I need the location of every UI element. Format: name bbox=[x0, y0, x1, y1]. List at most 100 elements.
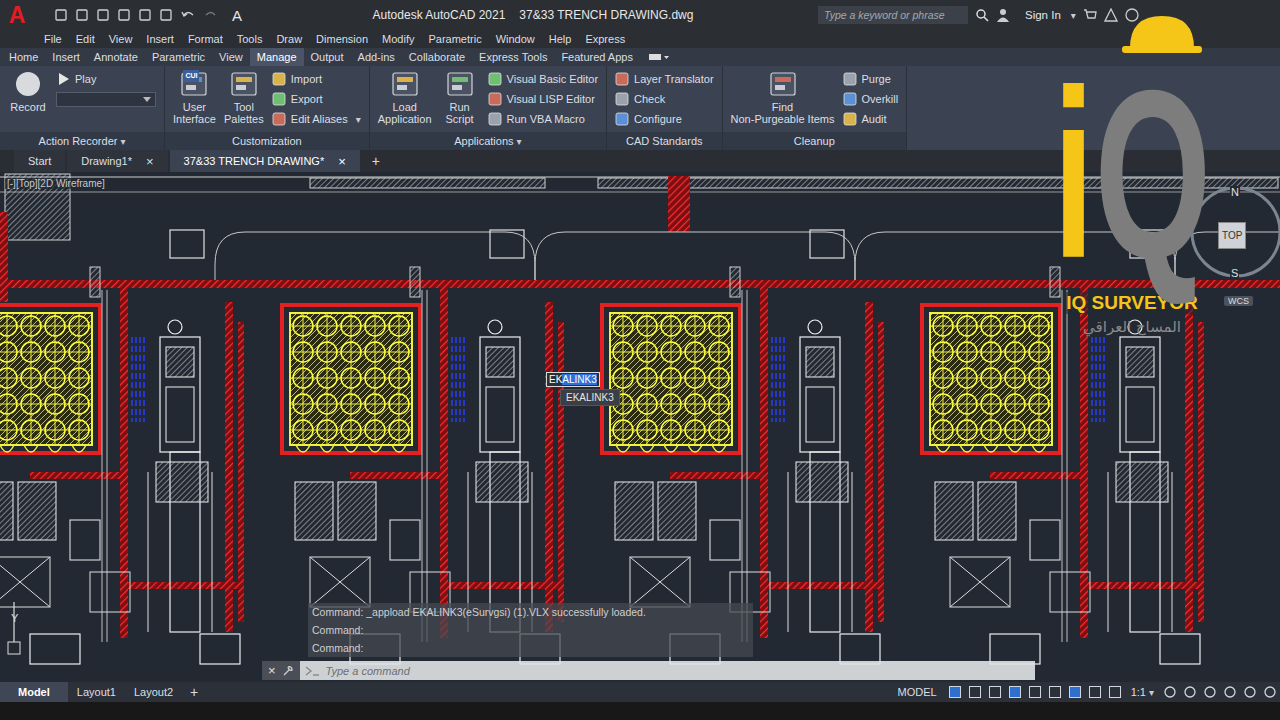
macro-combo[interactable] bbox=[56, 92, 156, 107]
status-toggle-icon[interactable] bbox=[988, 685, 1002, 699]
ribbon-small-button[interactable]: Purge bbox=[843, 69, 899, 89]
ribbon-tab[interactable]: Collaborate bbox=[402, 48, 472, 66]
wrench-icon[interactable] bbox=[282, 665, 294, 677]
ribbon-tab[interactable]: Annotate bbox=[87, 48, 145, 66]
ribbon-small-button[interactable]: Edit Aliases ▾ bbox=[272, 109, 361, 129]
quick-access-icon[interactable] bbox=[138, 8, 152, 22]
file-tab[interactable]: Start bbox=[14, 150, 65, 172]
file-tab[interactable]: Drawing1* × bbox=[67, 150, 167, 172]
menu-item[interactable]: File bbox=[44, 33, 62, 45]
app-logo[interactable]: A bbox=[0, 2, 34, 29]
quick-access-icon[interactable] bbox=[117, 8, 131, 22]
status-toggle-icon[interactable] bbox=[1068, 685, 1082, 699]
model-space-toggle[interactable]: MODEL bbox=[890, 686, 945, 698]
ribbon-group-title[interactable]: Customization bbox=[165, 132, 369, 150]
ribbon-large-button[interactable]: LoadApplication bbox=[378, 69, 432, 132]
trench-bay[interactable] bbox=[0, 230, 535, 664]
search-icon[interactable] bbox=[975, 8, 989, 22]
ribbon-small-button[interactable]: Run VBA Macro bbox=[488, 109, 599, 129]
viewcube[interactable]: N TOP S WCS bbox=[1188, 172, 1280, 312]
menu-item[interactable]: Insert bbox=[146, 33, 174, 45]
menu-item[interactable]: Modify bbox=[382, 33, 414, 45]
command-input[interactable]: Type a command bbox=[326, 665, 1035, 677]
ribbon-tab[interactable]: Insert bbox=[45, 48, 87, 66]
status-toggle-icon[interactable] bbox=[1028, 685, 1042, 699]
ribbon-toggle-icon[interactable] bbox=[648, 52, 670, 62]
menu-item[interactable]: Draw bbox=[276, 33, 302, 45]
layout-tab[interactable]: Layout1 bbox=[68, 682, 125, 702]
ribbon-tab[interactable]: Output bbox=[304, 48, 351, 66]
menu-item[interactable]: Dimension bbox=[316, 33, 368, 45]
menu-item[interactable]: Edit bbox=[76, 33, 95, 45]
status-toggle-icon[interactable] bbox=[1088, 685, 1102, 699]
ribbon-small-button[interactable]: Import bbox=[272, 69, 361, 89]
status-toggle-icon[interactable] bbox=[948, 685, 962, 699]
menu-item[interactable]: Parametric bbox=[428, 33, 481, 45]
workspace-button[interactable]: A bbox=[226, 7, 248, 24]
viewcube-face[interactable]: TOP bbox=[1218, 222, 1246, 249]
ribbon-tab[interactable]: Add-ins bbox=[351, 48, 402, 66]
ribbon-tab[interactable]: Manage bbox=[250, 48, 304, 66]
status-tool-icon[interactable] bbox=[1263, 685, 1277, 699]
status-tool-icon[interactable] bbox=[1183, 685, 1197, 699]
menu-item[interactable]: Tools bbox=[237, 33, 263, 45]
quick-access-icon[interactable] bbox=[159, 8, 173, 22]
trench-bay[interactable] bbox=[602, 230, 1175, 664]
ucs-menu[interactable]: WCS bbox=[1224, 296, 1253, 306]
ribbon-large-button[interactable]: FindNon-Purgeable Items bbox=[731, 69, 835, 132]
status-toggle-icon[interactable] bbox=[1108, 685, 1122, 699]
layout-tab[interactable]: Model bbox=[0, 682, 68, 702]
ribbon-group-title[interactable]: CAD Standards bbox=[607, 132, 721, 150]
new-tab-button[interactable]: + bbox=[362, 150, 390, 172]
ribbon-small-button[interactable]: Play bbox=[56, 69, 156, 89]
status-toggle-icon[interactable] bbox=[1008, 685, 1022, 699]
ribbon-small-button[interactable]: Check bbox=[615, 89, 713, 109]
sign-in-button[interactable]: Sign In bbox=[1025, 9, 1061, 21]
menu-item[interactable]: View bbox=[109, 33, 133, 45]
ribbon-small-button[interactable]: Configure bbox=[615, 109, 713, 129]
close-tab-button[interactable]: × bbox=[146, 154, 154, 169]
autocomplete-suggestion[interactable]: EKALINK3 bbox=[560, 389, 620, 406]
status-tool-icon[interactable] bbox=[1203, 685, 1217, 699]
sign-in-arrow[interactable]: ▾ bbox=[1071, 10, 1076, 21]
annotation-scale[interactable]: 1:1▾ bbox=[1125, 686, 1160, 698]
ribbon-small-button[interactable]: Export bbox=[272, 89, 361, 109]
quick-access-icon[interactable] bbox=[75, 8, 89, 22]
ribbon-group-title[interactable]: Applications▾ bbox=[370, 132, 606, 150]
ribbon-tab[interactable]: View bbox=[212, 48, 250, 66]
menu-item[interactable]: Format bbox=[188, 33, 223, 45]
viewport-label[interactable]: [-][Top][2D Wireframe] bbox=[5, 178, 107, 189]
ribbon-large-button[interactable]: RunScript bbox=[440, 69, 480, 132]
viewcube-south[interactable]: S bbox=[1230, 267, 1239, 279]
cart-icon[interactable] bbox=[1083, 8, 1097, 22]
user-icon[interactable] bbox=[996, 8, 1010, 22]
status-tool-icon[interactable] bbox=[1163, 685, 1177, 699]
quick-access-icon[interactable] bbox=[54, 8, 68, 22]
ribbon-tab[interactable]: Parametric bbox=[145, 48, 212, 66]
help-icon[interactable] bbox=[1125, 8, 1139, 22]
search-field[interactable]: Type a keyword or phrase bbox=[818, 6, 968, 24]
quick-access-icon[interactable] bbox=[96, 8, 110, 22]
drawing-area[interactable]: [-][Top][2D Wireframe] Y N TOP S WCS EKA… bbox=[0, 172, 1280, 682]
trench-bay[interactable] bbox=[282, 230, 855, 664]
menu-item[interactable]: Express bbox=[585, 33, 625, 45]
status-toggle-icon[interactable] bbox=[968, 685, 982, 699]
status-tool-icon[interactable] bbox=[1223, 685, 1237, 699]
new-layout-button[interactable]: + bbox=[182, 684, 206, 700]
ribbon-tab[interactable]: Home bbox=[2, 48, 45, 66]
ribbon-large-button[interactable]: Record bbox=[8, 69, 48, 132]
status-tool-icon[interactable] bbox=[1243, 685, 1257, 699]
ribbon-group-title[interactable]: Cleanup bbox=[723, 132, 907, 150]
autodesk-icon[interactable] bbox=[1104, 8, 1118, 22]
ribbon-small-button[interactable]: Layer Translator bbox=[615, 69, 713, 89]
trench-bay[interactable] bbox=[922, 230, 1280, 664]
ribbon-small-button[interactable]: Visual LISP Editor bbox=[488, 89, 599, 109]
ribbon-tab[interactable]: Express Tools bbox=[472, 48, 554, 66]
undo-icon[interactable] bbox=[180, 8, 196, 22]
status-toggle-icon[interactable] bbox=[1048, 685, 1062, 699]
redo-icon[interactable] bbox=[203, 8, 219, 22]
ribbon-small-button[interactable]: Visual Basic Editor bbox=[488, 69, 599, 89]
ribbon-small-button[interactable]: Overkill bbox=[843, 89, 899, 109]
close-tab-button[interactable]: × bbox=[338, 154, 346, 169]
dynamic-input[interactable]: EKALINK3 bbox=[546, 372, 600, 387]
